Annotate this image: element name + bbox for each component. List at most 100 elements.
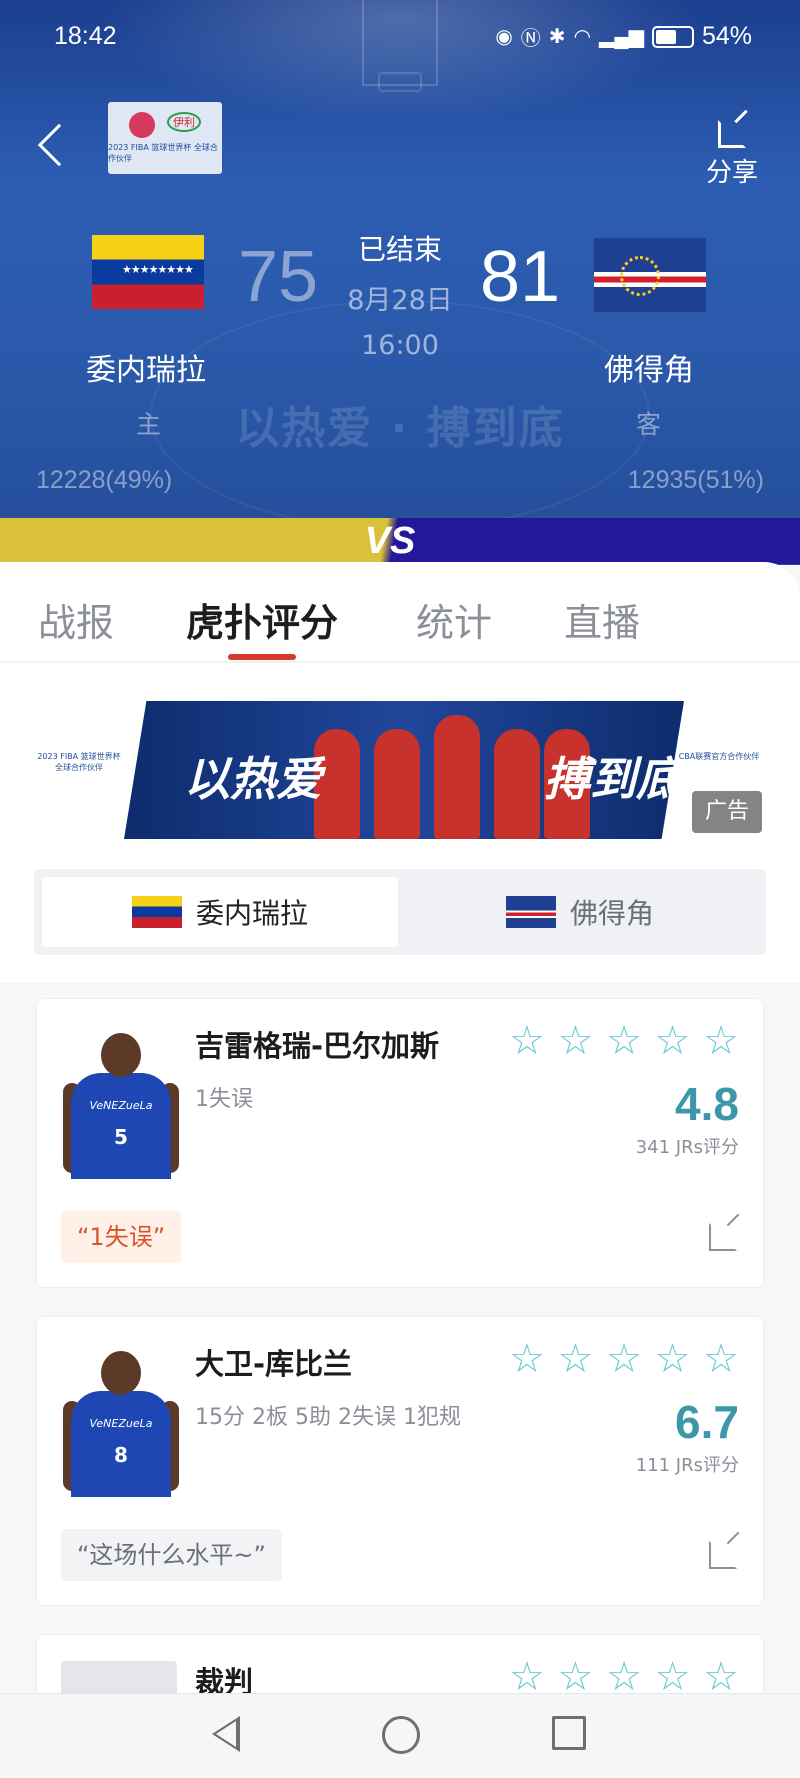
rating-stars[interactable]: ☆ ☆ ☆ ☆ ☆ xyxy=(509,1657,739,1697)
status-bar: 18:42 ◉ Ⓝ ✱ ◠ ▂▄▆ 54% xyxy=(0,0,800,76)
banner-slogan-right: 搏到底 xyxy=(544,752,682,806)
logo-caption: 2023 FIBA 篮球世界杯 全球合作伙伴 xyxy=(108,143,218,163)
external-link-icon[interactable] xyxy=(709,1541,737,1569)
nfc-icon: Ⓝ xyxy=(520,28,541,50)
venezuela-flag: ★★★★★★★★ xyxy=(92,235,204,309)
player-name: 吉雷格瑞-巴尔加斯 xyxy=(195,1029,440,1063)
hot-comment[interactable]: “1失误” xyxy=(61,1211,182,1263)
home-support-bar xyxy=(0,518,386,564)
bluetooth-icon: ✱ xyxy=(548,26,566,48)
hot-comment[interactable]: “这场什么水平~” xyxy=(61,1529,282,1581)
nav-recents-icon[interactable] xyxy=(552,1716,586,1750)
fibe-yili-logo: 伊利 2023 FIBA 篮球世界杯 全球合作伙伴 xyxy=(108,102,222,174)
home-team-name[interactable]: 委内瑞拉 xyxy=(86,345,206,389)
star-icon[interactable]: ☆ xyxy=(655,1657,691,1697)
star-icon[interactable]: ☆ xyxy=(509,1339,545,1379)
star-icon[interactable]: ☆ xyxy=(703,1657,739,1697)
banner-player xyxy=(494,729,540,839)
share-button[interactable]: 分享 xyxy=(706,120,758,189)
wifi-icon: ◠ xyxy=(573,26,592,48)
rating-count: 341 JRs评分 xyxy=(635,1137,739,1158)
support-vs-bar[interactable]: VS xyxy=(0,518,800,564)
rating-stars[interactable]: ☆ ☆ ☆ ☆ ☆ xyxy=(509,1339,739,1379)
cape-verde-flag xyxy=(594,238,706,312)
star-icon[interactable]: ☆ xyxy=(509,1021,545,1061)
star-icon[interactable]: ☆ xyxy=(703,1339,739,1379)
star-icon[interactable]: ☆ xyxy=(606,1339,642,1379)
match-state: 已结束 xyxy=(357,233,442,266)
match-header: 18:42 ◉ Ⓝ ✱ ◠ ▂▄▆ 54% 伊利 2023 FIBA 篮球世界杯… xyxy=(0,0,800,565)
team-switch-cape-verde[interactable]: 佛得角 xyxy=(402,877,758,947)
nav-home-icon[interactable] xyxy=(382,1716,420,1754)
star-icon[interactable]: ☆ xyxy=(558,1021,594,1061)
fiba-worldcup-badge xyxy=(129,112,155,138)
eye-icon: ◉ xyxy=(495,26,513,48)
star-icon[interactable]: ☆ xyxy=(606,1657,642,1697)
star-icon[interactable]: ☆ xyxy=(655,1021,691,1061)
vs-label: VS xyxy=(364,520,416,562)
tab-stats[interactable]: 统计 xyxy=(416,592,492,647)
battery-icon xyxy=(651,25,694,48)
slogan-right: 搏到底 xyxy=(426,403,565,454)
status-time: 18:42 xyxy=(54,22,117,50)
team-switch-venezuela[interactable]: 委内瑞拉 xyxy=(42,877,398,947)
jersey-number: 5 xyxy=(114,1125,128,1149)
rating-content: 2023 FIBA 篮球世界杯 全球合作伙伴 以热爱 搏到底 CBA联赛官方合作… xyxy=(0,663,800,1754)
star-icon[interactable]: ☆ xyxy=(558,1339,594,1379)
tab-live[interactable]: 直播 xyxy=(564,592,640,647)
tab-report[interactable]: 战报 xyxy=(38,592,114,647)
header-slogan: 以热爱 · 搏到底 xyxy=(232,392,568,456)
share-label: 分享 xyxy=(706,158,759,188)
banner-player xyxy=(374,729,420,839)
share-icon xyxy=(718,120,746,148)
star-icon[interactable]: ☆ xyxy=(606,1021,642,1061)
player-avatar: VeNEZueLa 8 xyxy=(61,1347,181,1497)
cape-verde-flag-icon xyxy=(505,896,556,928)
battery-percent: 54% xyxy=(701,22,752,50)
banner-left-logo: 2023 FIBA 篮球世界杯 全球合作伙伴 xyxy=(37,752,121,772)
active-tab-indicator xyxy=(228,654,296,660)
yili-badge: 伊利 xyxy=(167,112,201,132)
match-time: 16:00 xyxy=(361,330,439,361)
slogan-left: 以热爱 xyxy=(235,403,374,454)
tab-hupu-rating[interactable]: 虎扑评分 xyxy=(186,592,338,647)
player-stats: 15分 2板 5助 2失误 1犯规 xyxy=(195,1405,461,1430)
signal-icon: ▂▄▆ xyxy=(599,26,644,48)
away-side-label: 客 xyxy=(636,410,662,439)
rating-stars[interactable]: ☆ ☆ ☆ ☆ ☆ xyxy=(509,1021,739,1061)
player-name: 大卫-库比兰 xyxy=(195,1347,353,1381)
ad-banner[interactable]: 2023 FIBA 篮球世界杯 全球合作伙伴 以热爱 搏到底 CBA联赛官方合作… xyxy=(34,701,764,839)
star-icon[interactable]: ☆ xyxy=(558,1657,594,1697)
home-side-label: 主 xyxy=(136,410,162,439)
home-votes: 12228(49%) xyxy=(36,466,173,494)
team-switch-right-label: 佛得角 xyxy=(569,897,654,930)
jersey-number: 8 xyxy=(114,1443,128,1467)
player-avatar: VeNEZueLa 5 xyxy=(61,1029,181,1179)
banner-player xyxy=(434,715,480,839)
star-icon[interactable]: ☆ xyxy=(509,1657,545,1697)
slogan-sep: · xyxy=(390,403,410,454)
nav-back-icon[interactable] xyxy=(212,1716,240,1752)
player-card[interactable]: VeNEZueLa 5 吉雷格瑞-巴尔加斯 1失误 ☆ ☆ ☆ ☆ ☆ 4.8 … xyxy=(36,998,764,1288)
away-team-name[interactable]: 佛得角 xyxy=(604,345,694,389)
star-icon[interactable]: ☆ xyxy=(703,1021,739,1061)
ad-label: 广告 xyxy=(692,791,762,833)
tab-bar: 战报 虎扑评分 统计 直播 xyxy=(0,562,800,662)
rating-count: 111 JRs评分 xyxy=(635,1455,739,1476)
banner-right-logo: CBA联赛官方合作伙伴 xyxy=(678,752,760,761)
star-icon[interactable]: ☆ xyxy=(655,1339,691,1379)
status-right: ◉ Ⓝ ✱ ◠ ▂▄▆ 54% xyxy=(495,22,752,51)
venezuela-flag-icon xyxy=(131,896,182,928)
system-nav-bar xyxy=(0,1693,800,1778)
team-switch: 委内瑞拉 佛得角 xyxy=(34,869,766,955)
match-date: 8月28日 xyxy=(347,285,453,316)
away-votes: 12935(51%) xyxy=(627,466,764,494)
player-card[interactable]: VeNEZueLa 8 大卫-库比兰 15分 2板 5助 2失误 1犯规 ☆ ☆… xyxy=(36,1316,764,1606)
banner-slogan-left: 以热爱 xyxy=(184,752,322,806)
external-link-icon[interactable] xyxy=(709,1223,737,1251)
player-stats: 1失误 xyxy=(195,1087,253,1112)
away-support-bar xyxy=(386,518,800,564)
jersey-text: VeNEZueLa xyxy=(89,1417,153,1430)
player-rating: 6.7 xyxy=(675,1396,739,1448)
player-rating: 4.8 xyxy=(675,1078,739,1130)
